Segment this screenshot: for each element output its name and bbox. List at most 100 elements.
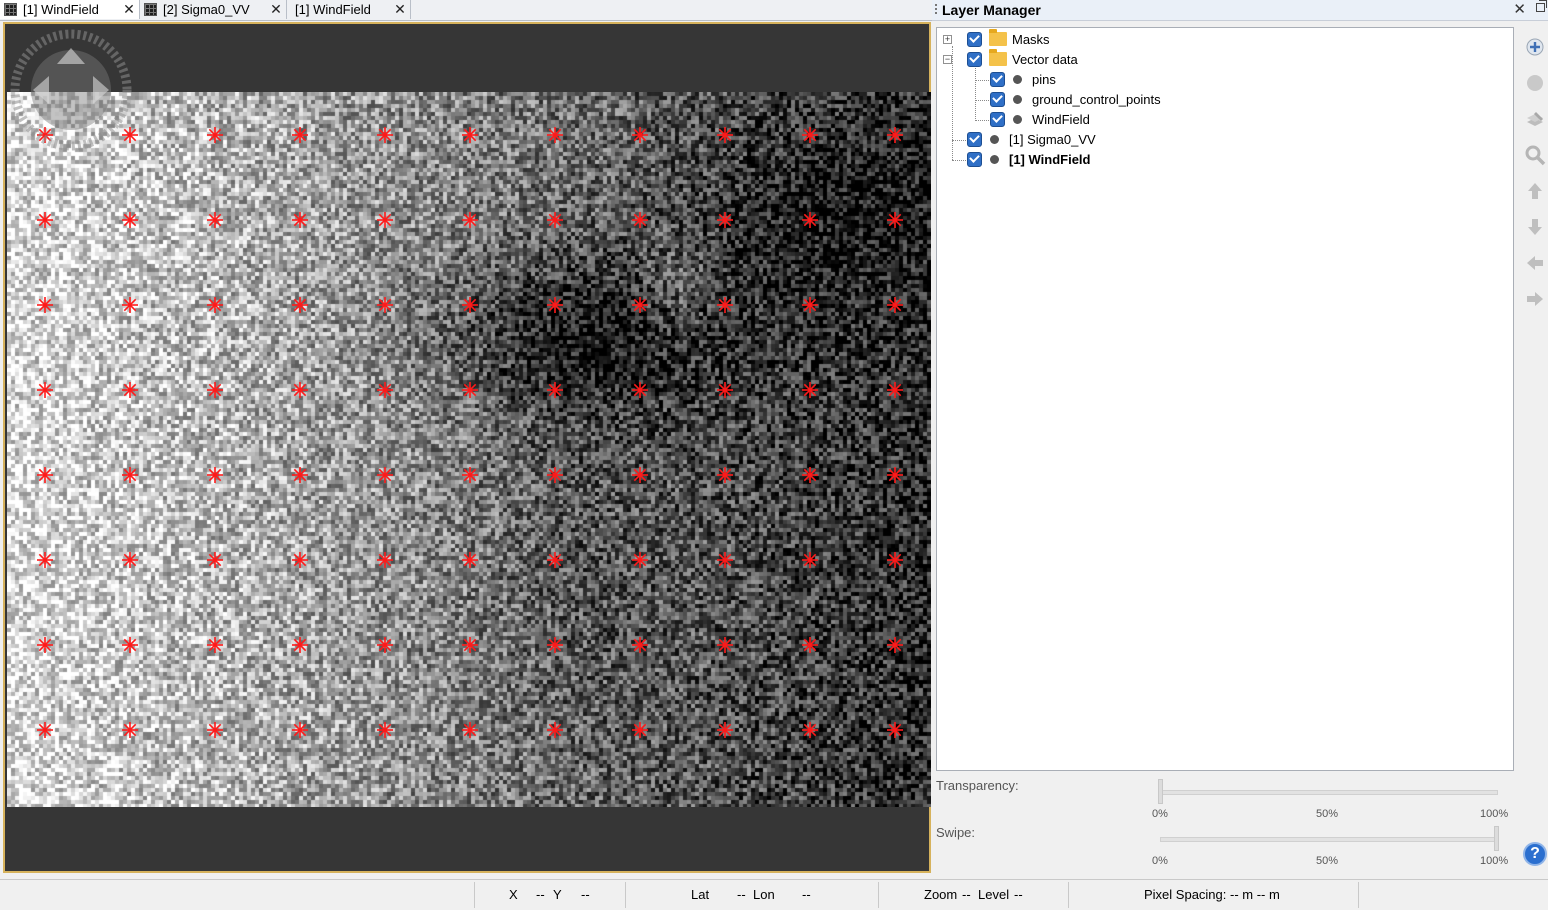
checkbox[interactable]	[990, 91, 1005, 107]
help-button[interactable]: ?	[1523, 842, 1547, 866]
wind-marker	[207, 722, 223, 738]
wind-marker	[547, 637, 563, 653]
grip-icon[interactable]	[935, 4, 937, 16]
wind-marker	[802, 552, 818, 568]
expand-icon[interactable]: +	[943, 35, 952, 44]
wind-marker	[802, 637, 818, 653]
move-down-icon	[1528, 219, 1542, 235]
wind-marker	[122, 637, 138, 653]
add-layer-button[interactable]	[1522, 34, 1548, 60]
close-icon[interactable]: ✕	[392, 1, 408, 18]
layer-item-ground-control-points[interactable]: ground_control_points	[990, 89, 1161, 109]
move-right-button[interactable]	[1522, 286, 1548, 312]
close-icon[interactable]: ✕	[1513, 0, 1526, 20]
raster-layer-icon	[990, 154, 999, 164]
wind-marker	[802, 127, 818, 143]
layer-tree[interactable]: + − Masks Vector data pins ground_contro…	[936, 27, 1514, 771]
wind-marker	[207, 127, 223, 143]
checkbox[interactable]	[990, 71, 1005, 87]
add-layer-icon	[1526, 38, 1544, 56]
image-view[interactable]	[3, 22, 931, 873]
layer-item-pins[interactable]: pins	[990, 69, 1056, 89]
close-icon[interactable]: ✕	[121, 1, 137, 18]
help-icon: ?	[1530, 845, 1540, 862]
move-left-button[interactable]	[1522, 250, 1548, 276]
navigation-control-icon[interactable]	[9, 28, 133, 152]
layer-item-windfield-raster[interactable]: [1] WindField	[967, 149, 1091, 169]
wind-marker	[802, 212, 818, 228]
wind-marker	[207, 637, 223, 653]
y-value: --	[581, 887, 590, 902]
lon-label: Lon	[753, 887, 775, 902]
wind-marker	[207, 212, 223, 228]
collapse-icon[interactable]: −	[943, 55, 952, 64]
wind-marker	[547, 552, 563, 568]
wind-marker	[122, 467, 138, 483]
lat-label: Lat	[691, 887, 710, 902]
tab-windfield-2[interactable]: [1] WindField ✕	[287, 0, 411, 19]
wind-marker	[717, 467, 733, 483]
wind-marker	[377, 552, 393, 568]
wind-marker	[887, 552, 903, 568]
wind-marker	[292, 382, 308, 398]
tick-label: 0%	[1152, 855, 1168, 867]
restore-window-icon[interactable]	[1536, 0, 1547, 12]
transparency-slider-track[interactable]	[1160, 790, 1498, 795]
layer-item-masks[interactable]: Masks	[967, 29, 1050, 49]
wind-marker	[377, 382, 393, 398]
wind-marker	[632, 297, 648, 313]
wind-marker	[547, 212, 563, 228]
image-view-icon	[144, 3, 157, 16]
status-separator	[1358, 882, 1359, 908]
tab-windfield-1[interactable]: [1] WindField ✕	[0, 0, 140, 19]
tree-connector	[975, 66, 976, 121]
move-down-button[interactable]	[1522, 214, 1548, 240]
tab-sigma0-vv[interactable]: [2] Sigma0_VV ✕	[140, 0, 287, 19]
wind-marker	[292, 467, 308, 483]
layer-label: WindField	[1032, 111, 1090, 127]
checkbox[interactable]	[990, 111, 1005, 127]
swipe-label: Swipe:	[936, 825, 976, 840]
wind-vector-markers	[37, 127, 903, 738]
layer-label: [1] Sigma0_VV	[1009, 131, 1096, 147]
move-up-button[interactable]	[1522, 178, 1548, 204]
checkbox[interactable]	[967, 31, 982, 47]
zoom-to-layer-icon	[1525, 145, 1546, 166]
zoom-to-layer-button[interactable]	[1522, 142, 1548, 168]
wind-marker	[122, 297, 138, 313]
swipe-slider-track[interactable]	[1160, 837, 1498, 842]
checkbox[interactable]	[967, 131, 982, 147]
layer-item-vector-data[interactable]: Vector data	[967, 49, 1078, 69]
layer-item-sigma0-vv[interactable]: [1] Sigma0_VV	[967, 129, 1096, 149]
wind-marker	[802, 297, 818, 313]
wind-marker	[887, 382, 903, 398]
tab-label: [1] WindField	[295, 2, 371, 17]
wind-marker	[717, 722, 733, 738]
checkbox[interactable]	[967, 151, 982, 167]
wind-marker	[207, 552, 223, 568]
wind-marker	[462, 382, 478, 398]
lon-value: --	[802, 887, 811, 902]
wind-marker	[37, 552, 53, 568]
wind-marker	[547, 722, 563, 738]
swipe-slider-thumb[interactable]	[1494, 826, 1499, 851]
lat-value: --	[737, 887, 746, 902]
wind-marker	[632, 127, 648, 143]
move-up-icon	[1528, 183, 1542, 199]
wind-marker	[547, 127, 563, 143]
status-separator	[474, 882, 475, 908]
checkbox[interactable]	[967, 51, 982, 67]
layer-item-windfield-vector[interactable]: WindField	[990, 109, 1090, 129]
level-label: Level	[978, 887, 1010, 902]
wind-marker	[887, 297, 903, 313]
close-icon[interactable]: ✕	[268, 1, 284, 18]
wind-marker	[632, 552, 648, 568]
wind-marker	[292, 127, 308, 143]
wind-marker	[37, 637, 53, 653]
tree-connector	[952, 46, 953, 160]
layer-manager-title: Layer Manager	[942, 2, 1041, 18]
status-separator	[625, 882, 626, 908]
transparency-slider-thumb[interactable]	[1158, 779, 1163, 804]
remove-layer-button[interactable]	[1522, 70, 1548, 96]
layer-editor-button[interactable]	[1522, 106, 1548, 132]
